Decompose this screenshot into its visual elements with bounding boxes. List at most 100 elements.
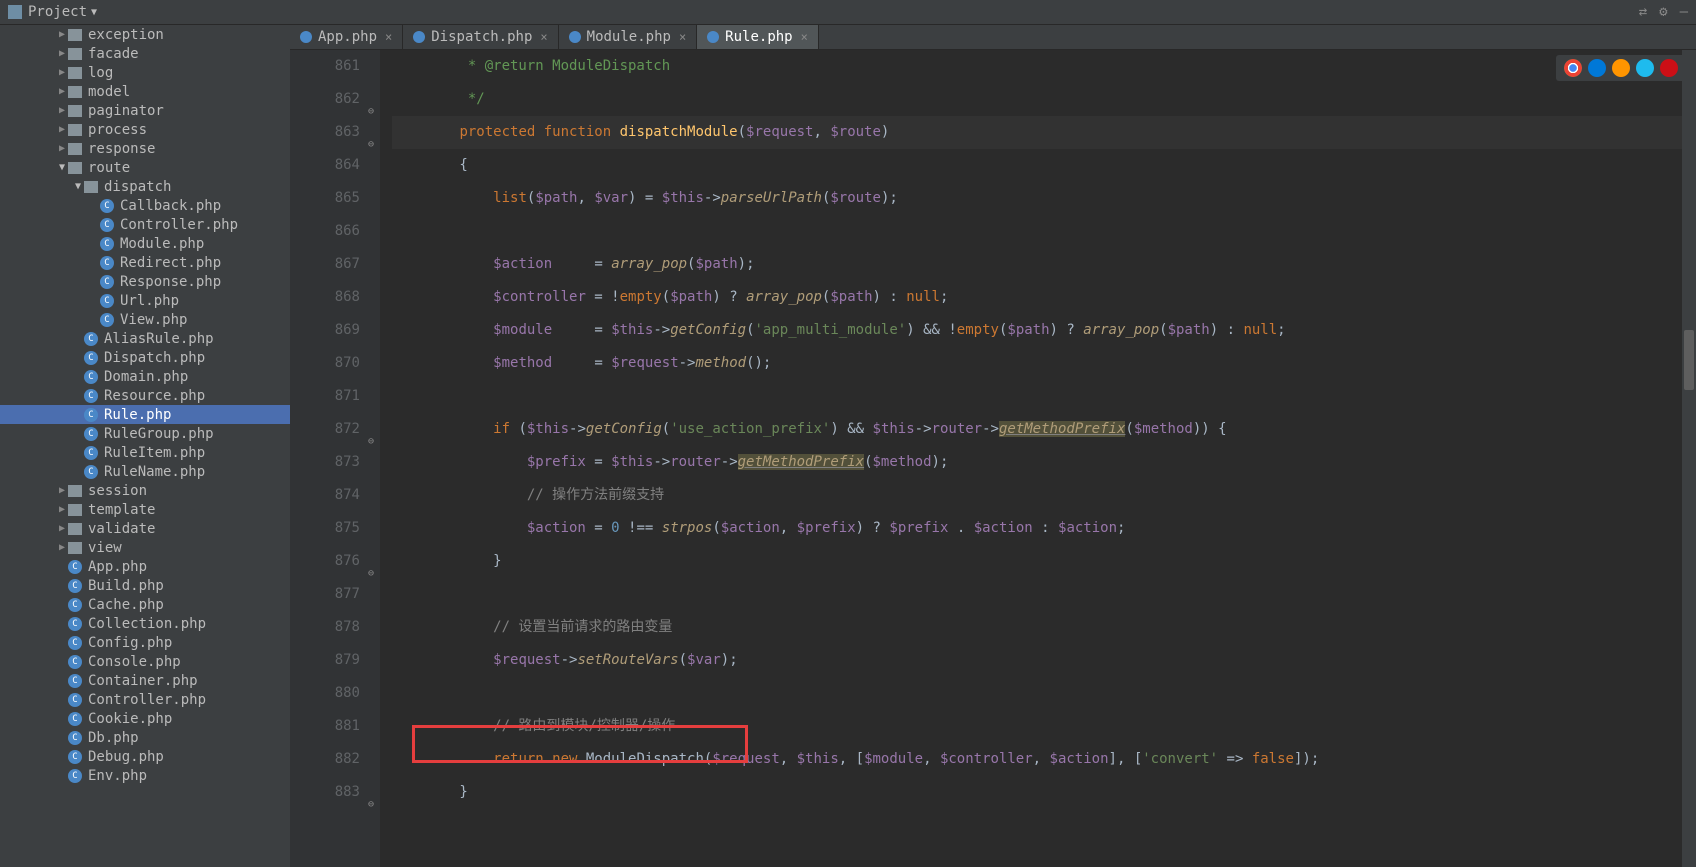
fold-marker-icon[interactable]: ⊖	[364, 425, 374, 435]
tree-file[interactable]: CResponse.php	[0, 272, 290, 291]
tree-file[interactable]: CBuild.php	[0, 576, 290, 595]
tree-folder[interactable]: ▶facade	[0, 44, 290, 63]
close-icon[interactable]: ×	[801, 30, 808, 44]
tree-file[interactable]: CAliasRule.php	[0, 329, 290, 348]
code-line[interactable]: // 操作方法前缀支持	[392, 479, 1696, 512]
tree-folder[interactable]: ▶exception	[0, 25, 290, 44]
close-icon[interactable]: ×	[540, 30, 547, 44]
tree-arrow-icon[interactable]: ▶	[56, 485, 68, 496]
code-content[interactable]: * @return ModuleDispatch */ protected fu…	[380, 50, 1696, 867]
gear-icon[interactable]: ⚙	[1659, 4, 1667, 20]
tree-file[interactable]: CDebug.php	[0, 747, 290, 766]
fold-marker-icon[interactable]: ⊖	[364, 557, 374, 567]
code-line[interactable]: $method = $request->method();	[392, 347, 1696, 380]
tree-folder[interactable]: ▼dispatch	[0, 177, 290, 196]
tree-file[interactable]: CModule.php	[0, 234, 290, 253]
tree-file[interactable]: CDomain.php	[0, 367, 290, 386]
minimize-icon[interactable]: —	[1680, 4, 1688, 20]
code-line[interactable]: $module = $this->getConfig('app_multi_mo…	[392, 314, 1696, 347]
tree-arrow-icon[interactable]: ▶	[56, 523, 68, 534]
tree-file[interactable]: CCollection.php	[0, 614, 290, 633]
tree-file[interactable]: CDispatch.php	[0, 348, 290, 367]
tree-arrow-icon[interactable]: ▼	[56, 162, 68, 173]
tree-file[interactable]: CCookie.php	[0, 709, 290, 728]
code-line[interactable]: $controller = !empty($path) ? array_pop(…	[392, 281, 1696, 314]
code-line[interactable]	[392, 380, 1696, 413]
code-line[interactable]: }	[392, 545, 1696, 578]
tree-arrow-icon[interactable]: ▶	[56, 124, 68, 135]
folder-icon	[68, 105, 82, 117]
tree-file[interactable]: CEnv.php	[0, 766, 290, 785]
code-line[interactable]: protected function dispatchModule($reque…	[392, 116, 1696, 149]
tree-file[interactable]: CController.php	[0, 215, 290, 234]
settings-icon[interactable]: ⇄	[1639, 4, 1647, 20]
fold-marker-icon[interactable]: ⊖	[364, 788, 374, 798]
tree-file[interactable]: CCallback.php	[0, 196, 290, 215]
code-line[interactable]: if ($this->getConfig('use_action_prefix'…	[392, 413, 1696, 446]
code-line[interactable]	[392, 578, 1696, 611]
tree-file[interactable]: CConfig.php	[0, 633, 290, 652]
tree-file[interactable]: CConsole.php	[0, 652, 290, 671]
editor-tab[interactable]: Dispatch.php×	[403, 25, 558, 49]
fold-marker-icon[interactable]: ⊖	[364, 128, 374, 138]
code-line[interactable]: $prefix = $this->router->getMethodPrefix…	[392, 446, 1696, 479]
code-line[interactable]: {	[392, 149, 1696, 182]
tree-file[interactable]: CUrl.php	[0, 291, 290, 310]
tree-folder[interactable]: ▶response	[0, 139, 290, 158]
tree-folder[interactable]: ▶paginator	[0, 101, 290, 120]
tree-file[interactable]: CDb.php	[0, 728, 290, 747]
tree-folder[interactable]: ▼route	[0, 158, 290, 177]
code-line[interactable]: * @return ModuleDispatch	[392, 50, 1696, 83]
tree-file[interactable]: CCache.php	[0, 595, 290, 614]
tree-folder[interactable]: ▶template	[0, 500, 290, 519]
tree-folder[interactable]: ▶model	[0, 82, 290, 101]
tree-arrow-icon[interactable]: ▶	[56, 86, 68, 97]
tree-file[interactable]: CContainer.php	[0, 671, 290, 690]
close-icon[interactable]: ×	[679, 30, 686, 44]
code-editor[interactable]: 861862⊖863⊖864865866867868869870871872⊖8…	[290, 50, 1696, 867]
tree-folder[interactable]: ▶session	[0, 481, 290, 500]
project-tool-window-button[interactable]: Project ▼	[0, 0, 105, 24]
editor-tabs[interactable]: App.php×Dispatch.php×Module.php×Rule.php…	[290, 25, 1696, 50]
editor-tab[interactable]: Rule.php×	[697, 25, 819, 49]
tree-arrow-icon[interactable]: ▼	[72, 181, 84, 192]
code-line[interactable]: $action = array_pop($path);	[392, 248, 1696, 281]
code-line[interactable]: $request->setRouteVars($var);	[392, 644, 1696, 677]
code-line[interactable]: }	[392, 776, 1696, 809]
tree-arrow-icon[interactable]: ▶	[56, 504, 68, 515]
project-tree[interactable]: ▶exception▶facade▶log▶model▶paginator▶pr…	[0, 25, 290, 867]
code-line[interactable]	[392, 677, 1696, 710]
code-line[interactable]: list($path, $var) = $this->parseUrlPath(…	[392, 182, 1696, 215]
code-line[interactable]: return new ModuleDispatch($request, $thi…	[392, 743, 1696, 776]
tree-file[interactable]: CView.php	[0, 310, 290, 329]
tree-arrow-icon[interactable]: ▶	[56, 105, 68, 116]
tree-arrow-icon[interactable]: ▶	[56, 542, 68, 553]
tree-folder[interactable]: ▶log	[0, 63, 290, 82]
editor-scrollbar[interactable]	[1682, 50, 1696, 867]
scrollbar-thumb[interactable]	[1684, 330, 1694, 390]
tree-file[interactable]: CRedirect.php	[0, 253, 290, 272]
code-line[interactable]	[392, 215, 1696, 248]
tree-file[interactable]: CRuleName.php	[0, 462, 290, 481]
tree-arrow-icon[interactable]: ▶	[56, 143, 68, 154]
close-icon[interactable]: ×	[385, 30, 392, 44]
tree-file[interactable]: CRuleItem.php	[0, 443, 290, 462]
editor-tab[interactable]: Module.php×	[559, 25, 698, 49]
tree-file[interactable]: CRuleGroup.php	[0, 424, 290, 443]
code-line[interactable]: $action = 0 !== strpos($action, $prefix)…	[392, 512, 1696, 545]
tree-arrow-icon[interactable]: ▶	[56, 67, 68, 78]
tree-folder[interactable]: ▶view	[0, 538, 290, 557]
tree-file[interactable]: CController.php	[0, 690, 290, 709]
fold-marker-icon[interactable]: ⊖	[364, 95, 374, 105]
code-line[interactable]: // 路由到模块/控制器/操作	[392, 710, 1696, 743]
tree-folder[interactable]: ▶process	[0, 120, 290, 139]
tree-file[interactable]: CResource.php	[0, 386, 290, 405]
tree-arrow-icon[interactable]: ▶	[56, 29, 68, 40]
tree-folder[interactable]: ▶validate	[0, 519, 290, 538]
tree-file[interactable]: CApp.php	[0, 557, 290, 576]
tree-arrow-icon[interactable]: ▶	[56, 48, 68, 59]
editor-tab[interactable]: App.php×	[290, 25, 403, 49]
code-line[interactable]: // 设置当前请求的路由变量	[392, 611, 1696, 644]
tree-file[interactable]: CRule.php	[0, 405, 290, 424]
code-line[interactable]: */	[392, 83, 1696, 116]
